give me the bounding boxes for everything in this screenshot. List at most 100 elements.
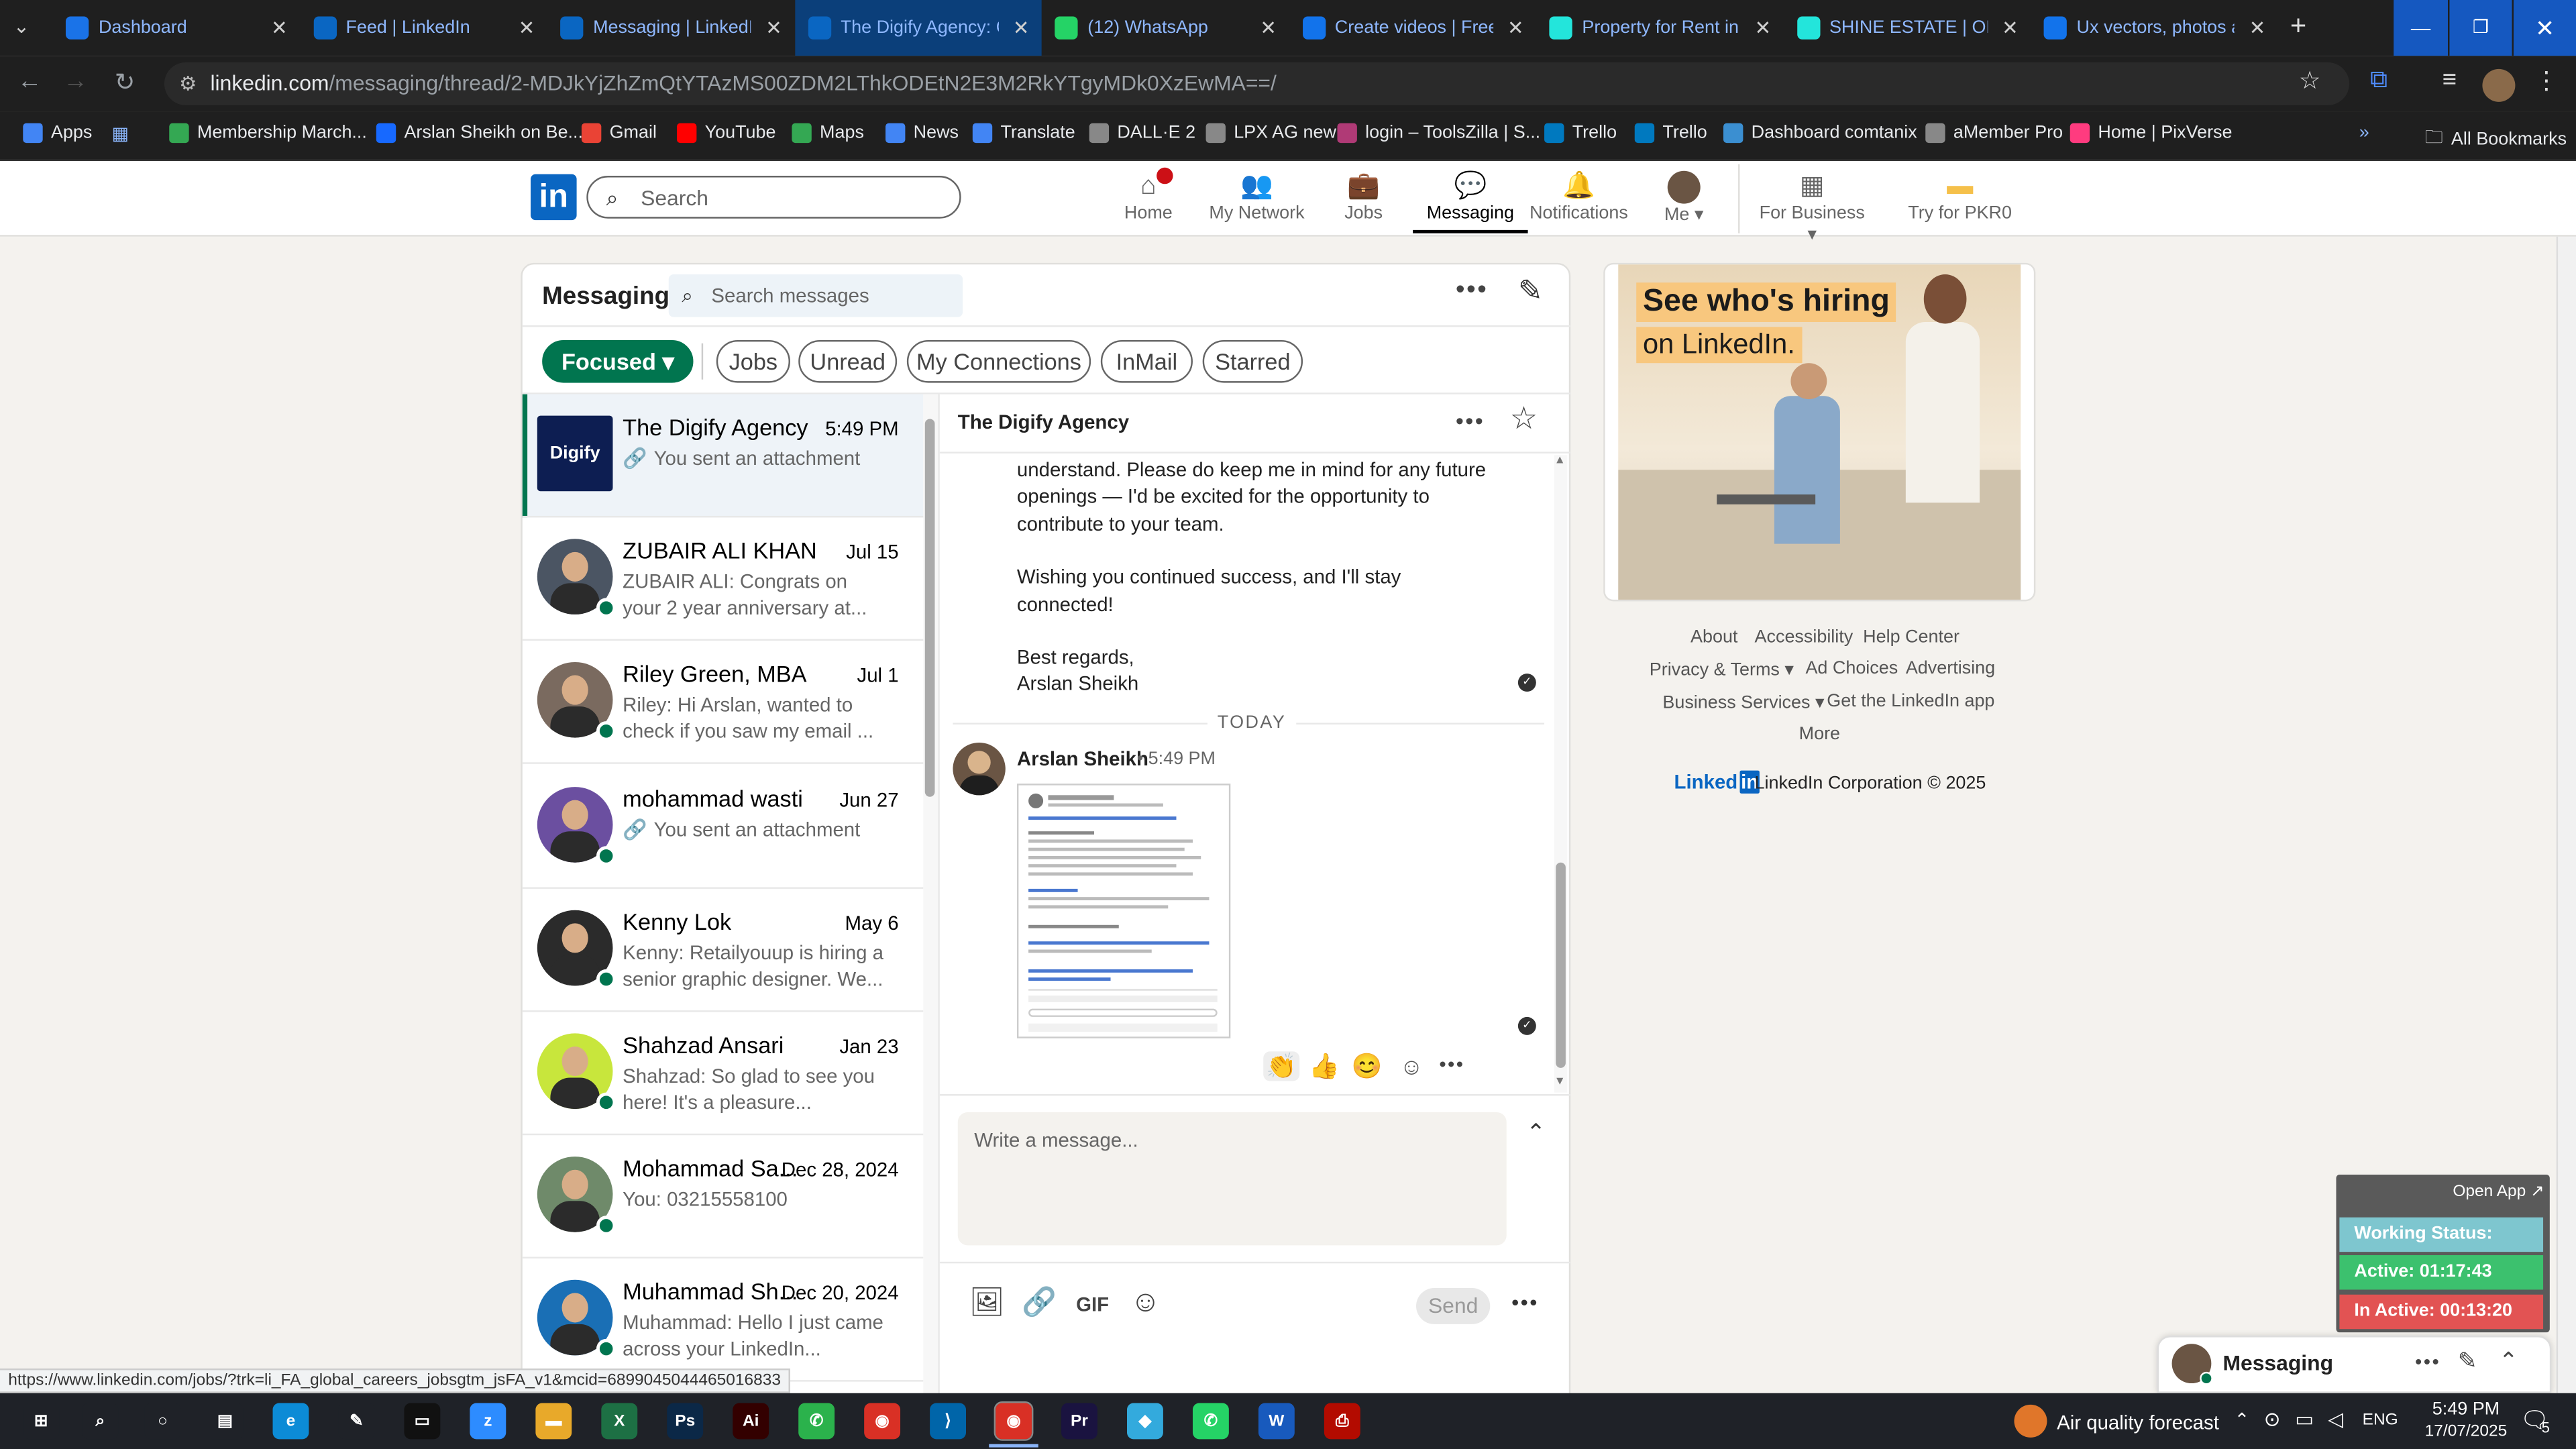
open-app-link[interactable]: Open App ↗ [2453,1183,2544,1201]
bookmark-item[interactable]: Gmail [581,123,657,144]
close-window-button[interactable]: ✕ [2513,0,2576,56]
footer-link[interactable]: Get the LinkedIn app [1827,692,1994,711]
site-info-icon[interactable]: ⚙ [179,62,197,105]
mini-more-icon[interactable]: ••• [2415,1350,2440,1373]
conversation-item[interactable]: Kenny Lok May 6 Kenny: Retailyouup is hiri… [522,888,924,1012]
bookmark-item[interactable]: Maps [792,123,864,144]
browser-tab[interactable]: Create videos | Freep ✕ [1289,0,1535,56]
browser-tab[interactable]: Ux vectors, photos an ✕ [2031,0,2277,56]
browser-tab[interactable]: Messaging | LinkedIn ✕ [547,0,794,56]
extensions-icon[interactable]: ⧉ [2363,66,2396,94]
nav-me[interactable]: Me ▾ [1627,170,1741,225]
nav-home[interactable]: ⌂ Home [1091,167,1205,223]
volume-icon[interactable]: ◁ [2328,1408,2343,1431]
taskbar-vscode-icon[interactable]: ⟩ [930,1403,967,1440]
bookmark-item[interactable]: Trello [1634,123,1707,144]
clock-time[interactable]: 5:49 PM [2425,1400,2507,1419]
nav-notifications[interactable]: 🔔 Notifications [1521,171,1636,223]
thread-title[interactable]: The Digify Agency [958,411,1129,433]
taskbar-search-icon[interactable]: ⌕ [82,1403,119,1440]
gif-button[interactable]: GIF [1076,1293,1109,1316]
taskbar-premiere-icon[interactable]: Pr [1061,1403,1097,1440]
reaction-button[interactable]: 👏 [1263,1051,1300,1081]
taskbar-illustrator-icon[interactable]: Ai [733,1403,769,1440]
conversation-scrollbar[interactable] [923,394,938,1393]
taskbar-photoshop-icon[interactable]: Ps [667,1403,704,1440]
air-quality-text[interactable]: Air quality forecast [2057,1411,2219,1434]
bookmark-item[interactable]: Trello [1544,123,1617,144]
taskbar-excel-icon[interactable]: X [601,1403,638,1440]
mini-expand-icon[interactable]: ⌃ [2499,1347,2518,1375]
footer-link[interactable]: Accessibility [1755,628,1854,647]
close-tab-icon[interactable]: ✕ [1997,16,2023,39]
bookmark-item[interactable]: Home | PixVerse [2070,123,2233,144]
mini-messaging-title[interactable]: Messaging [2222,1350,2333,1375]
linkedin-search-input[interactable]: ⌕ Search [586,176,961,219]
mini-compose-icon[interactable]: ✎ [2458,1347,2477,1375]
scrollbar-thumb[interactable] [1556,862,1566,1068]
close-tab-icon[interactable]: ✕ [761,16,787,39]
bookmark-item[interactable]: Arslan Sheikh on Be... [376,123,583,144]
search-messages-input[interactable]: ⌕ Search messages [668,274,963,317]
nav-my-network[interactable]: 👥 My Network [1199,171,1314,223]
browser-tab[interactable]: Dashboard ✕ [52,0,299,56]
minimize-window-button[interactable]: — [2394,0,2449,56]
browser-menu-icon[interactable]: ⋮ [2530,66,2563,95]
onedrive-icon[interactable]: ⊙ [2264,1408,2281,1431]
conversation-item[interactable]: Muhammad Sh... Dec 20, 2024 Muhammad: Hell… [522,1259,924,1383]
emoji-icon[interactable]: ☺ [1130,1285,1161,1319]
sender-avatar[interactable] [953,742,1006,796]
close-tab-icon[interactable]: ✕ [266,16,292,39]
nav-try-for-pkr0[interactable]: ▬ Try for PKR0 [1900,171,2019,223]
bookmark-item[interactable]: Membership March... [169,123,367,144]
new-tab-button[interactable]: + [2290,10,2306,43]
clock-date[interactable]: 17/07/2025 [2415,1423,2517,1441]
more-bookmarks-icon[interactable]: » [2359,123,2369,143]
restore-window-button[interactable]: ❐ [2449,0,2512,56]
footer-link[interactable]: Advertising [1906,659,1995,678]
filter-my-connections[interactable]: My Connections [906,339,1091,383]
bookmark-item[interactable]: Dashboard comtanix [1723,123,1917,144]
scroll-down-icon[interactable]: ▼ [1554,1076,1566,1087]
url-bar[interactable]: ⚙ linkedin.com/messaging/thread/2-MDJkYj… [164,62,2350,105]
conversation-item[interactable]: Shahzad Ansari Jan 23 Shahzad: So glad to … [522,1012,924,1136]
conversation-item[interactable]: Digify The Digify Agency 5:49 PM 🔗 You sent … [522,394,924,518]
thread-scrollbar[interactable]: ▲ ▼ [1554,455,1568,1093]
compose-icon[interactable]: ✎ [1518,274,1543,309]
reload-icon[interactable]: ↻ [109,67,142,97]
conversation-item[interactable]: mohammad wasti Jun 27 🔗 You sent an attachm… [522,765,924,888]
close-tab-icon[interactable]: ✕ [1750,16,1776,39]
close-tab-icon[interactable]: ✕ [513,16,539,39]
sender-name[interactable]: Arslan Sheikh [1017,747,1148,770]
bookmark-item[interactable]: login – ToolsZilla | S... [1337,123,1540,144]
all-bookmarks[interactable]: 🗀 All Bookmarks [2425,123,2567,155]
footer-link[interactable]: Privacy & Terms ▾ [1650,659,1794,680]
close-tab-icon[interactable]: ✕ [1255,16,1281,39]
close-tab-icon[interactable]: ✕ [2244,16,2270,39]
image-icon[interactable]: 🖼 [969,1287,1005,1320]
bookmark-item[interactable]: Translate [972,123,1075,144]
attach-icon[interactable]: 🔗 [1022,1287,1057,1320]
send-options-icon[interactable]: ••• [1511,1289,1539,1314]
add-reaction-icon[interactable]: ☺ [1400,1053,1424,1079]
footer-link[interactable]: Business Services ▾ [1662,692,1824,712]
browser-tab[interactable]: (12) WhatsApp ✕ [1042,0,1288,56]
back-icon[interactable]: ← [13,67,46,95]
taskbar-task-view-icon[interactable]: ▤ [207,1403,244,1440]
bookmark-item[interactable]: Apps [23,123,92,144]
bookmark-star-icon[interactable]: ☆ [2294,66,2326,95]
conversation-item[interactable]: Mohammad Sa... Dec 28, 2024 You: 032155581… [522,1136,924,1259]
thread-more-icon[interactable]: ••• [1456,407,1485,433]
taskbar-cortana-icon[interactable]: ○ [144,1403,181,1440]
footer-link[interactable]: Ad Choices [1805,659,1898,678]
bookmark-item[interactable]: YouTube [676,123,776,144]
show-hidden-icons[interactable]: ⌃ [2235,1409,2250,1431]
taskbar-edge-icon[interactable]: e [272,1403,309,1440]
language-indicator[interactable]: ENG [2363,1411,2398,1430]
nav-for-business[interactable]: ▦ For Business ▾ [1753,171,1871,245]
filter-unread[interactable]: Unread [798,339,898,383]
taskbar-chrome-active-icon[interactable]: ◉ [994,1401,1034,1441]
send-button[interactable]: Send [1416,1288,1491,1324]
bookmark-item[interactable]: aMember Pro [1925,123,2063,144]
conversation-item[interactable]: Riley Green, MBA Jul 1 Riley: Hi Arslan, w… [522,641,924,765]
